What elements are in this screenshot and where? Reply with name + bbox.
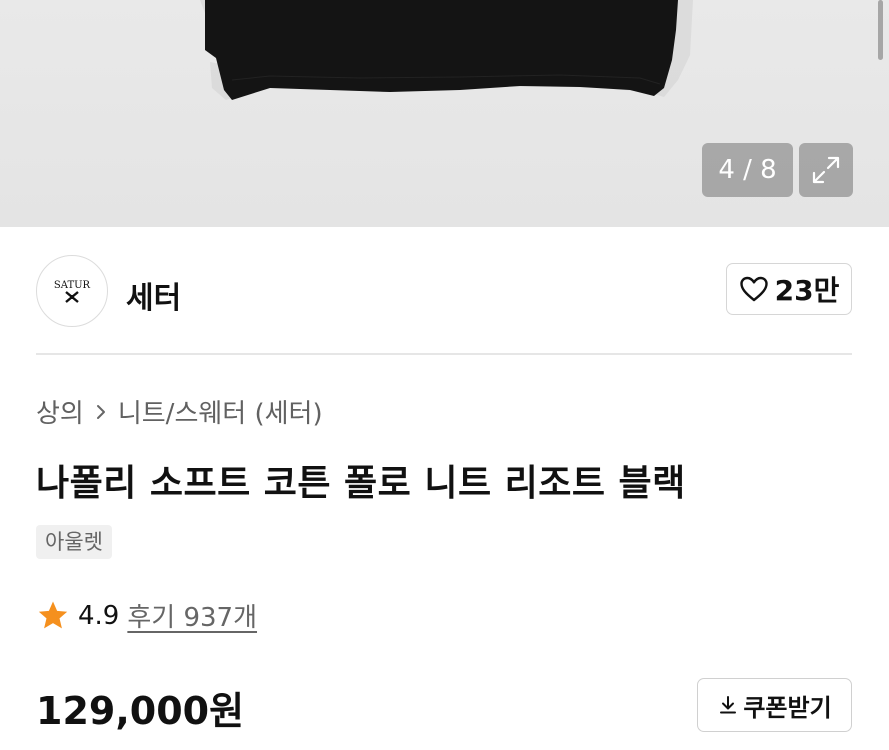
download-icon (720, 696, 737, 714)
price: 129,000원 (36, 689, 245, 733)
outlet-tag: 아울렛 (36, 525, 112, 559)
divider (36, 353, 852, 355)
like-button[interactable]: 23만 (726, 263, 852, 315)
product-title: 나폴리 소프트 코튼 폴로 니트 리조트 블랙 (36, 463, 686, 504)
brand-name[interactable]: 세터 (126, 273, 181, 317)
review-count-link[interactable]: 후기 937개 (127, 597, 257, 634)
brand-logo-text: SATUR (53, 279, 91, 291)
expand-icon (812, 156, 840, 184)
brand-logo[interactable]: SATUR (36, 255, 108, 327)
heart-outline-icon (739, 276, 768, 302)
coupon-label: 쿠폰받기 (743, 693, 832, 722)
brand-row: SATUR 세터 23만 (36, 255, 852, 327)
image-counter: 4 / 8 (702, 143, 793, 197)
star-icon (38, 601, 68, 628)
breadcrumb-subcategory[interactable]: 니트/스웨터 (세터) (118, 393, 323, 430)
rating-row: 4.9 후기 937개 (36, 597, 257, 634)
chevron-right-icon (96, 404, 105, 419)
like-count: 23만 (774, 274, 840, 307)
coupon-button[interactable]: 쿠폰받기 (697, 678, 852, 732)
scrollbar[interactable] (878, 0, 883, 60)
breadcrumb-category[interactable]: 상의 (36, 393, 84, 430)
logo-mark-icon (65, 290, 79, 303)
rating-score: 4.9 (78, 600, 120, 631)
expand-button[interactable] (799, 143, 853, 197)
breadcrumb: 상의 니트/스웨터 (세터) (36, 393, 323, 430)
product-image-gallery[interactable]: 4 / 8 (0, 0, 889, 227)
